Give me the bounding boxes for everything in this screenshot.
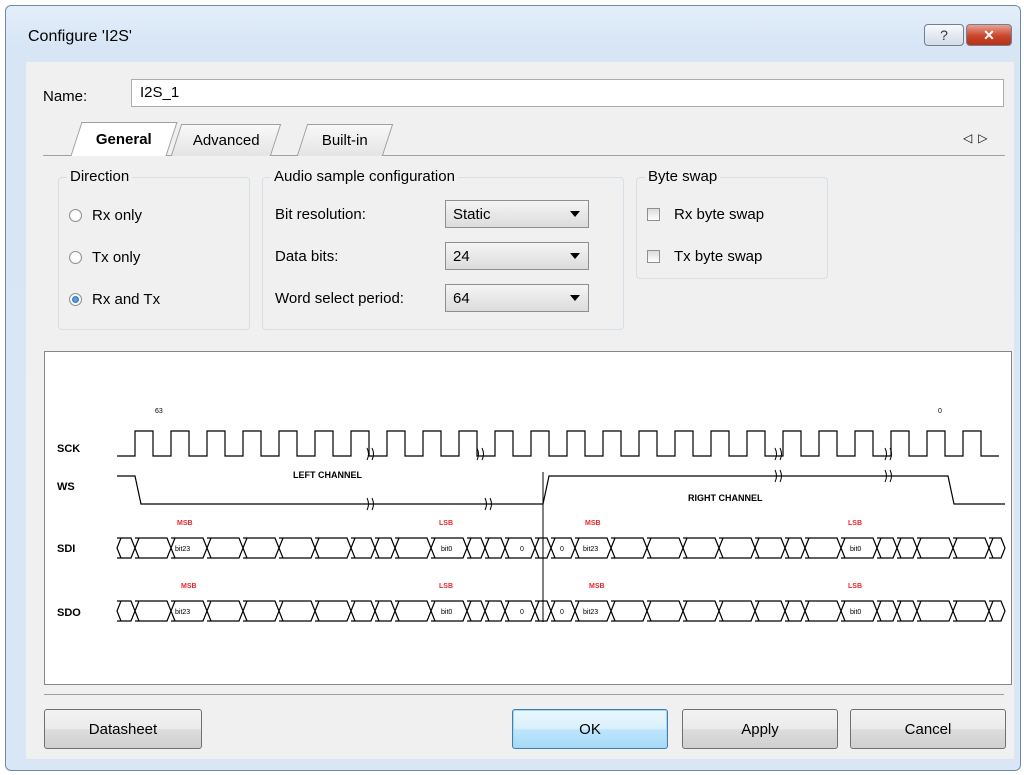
sdo-bit0-right: bit0 <box>850 609 861 616</box>
chevron-down-icon <box>570 295 580 301</box>
signal-label-ws: WS <box>57 481 75 493</box>
tab-advanced[interactable]: Advanced <box>170 124 282 156</box>
sck-break-mark <box>476 447 484 461</box>
sdi-bit23-right: bit23 <box>583 546 598 553</box>
word-select-value: 64 <box>453 289 470 307</box>
sdo-msb-right: MSB <box>589 583 605 590</box>
bit-resolution-label: Bit resolution: <box>275 206 366 223</box>
right-channel-label: RIGHT CHANNEL <box>688 493 763 503</box>
checkbox-icon <box>647 208 660 221</box>
radio-selected-icon <box>69 293 82 306</box>
sck-waveform <box>117 430 999 461</box>
word-select-select[interactable]: 64 <box>445 284 589 312</box>
title-bar: Configure 'I2S' ? ✕ <box>6 6 1020 62</box>
name-input[interactable]: I2S_1 <box>131 79 1004 107</box>
audio-sample-group-label: Audio sample configuration <box>271 168 458 185</box>
apply-button[interactable]: Apply <box>682 709 838 749</box>
radio-tx-only[interactable]: Tx only <box>69 249 140 266</box>
signal-label-sck: SCK <box>57 443 80 455</box>
sdi-msb-left: MSB <box>177 520 193 527</box>
sdi-bit0-left: bit0 <box>441 546 452 553</box>
byte-swap-group-label: Byte swap <box>645 168 721 185</box>
help-button[interactable]: ? <box>924 24 964 46</box>
rx-byte-swap-checkbox[interactable]: Rx byte swap <box>647 206 764 223</box>
radio-rx-and-tx-label: Rx and Tx <box>92 291 161 308</box>
tab-built-in[interactable]: Built-in <box>296 124 394 156</box>
radio-rx-only-label: Rx only <box>92 207 143 224</box>
tx-byte-swap-checkbox[interactable]: Tx byte swap <box>647 248 762 265</box>
sdi-lsb-left: LSB <box>439 520 453 527</box>
sdo-lsb-left: LSB <box>439 583 453 590</box>
sck-end-count: 0 <box>938 408 942 415</box>
signal-label-sdi: SDI <box>57 543 75 555</box>
data-bits-value: 24 <box>453 247 470 265</box>
sdo-msb-left: MSB <box>181 583 197 590</box>
cancel-button[interactable]: Cancel <box>850 709 1006 749</box>
sdo-zero-right: 0 <box>560 609 564 616</box>
bit-resolution-select[interactable]: Static <box>445 200 589 228</box>
dialog-window: Configure 'I2S' ? ✕ Name: I2S_1 Built-in… <box>5 5 1021 771</box>
sdi-lsb-right: LSB <box>848 520 862 527</box>
tab-general-label: General <box>95 131 152 148</box>
sdo-bit0-left: bit0 <box>441 609 452 616</box>
radio-rx-and-tx[interactable]: Rx and Tx <box>69 291 160 308</box>
tab-general[interactable]: General <box>70 122 178 156</box>
sdi-bit23-left: bit23 <box>175 546 190 553</box>
radio-icon <box>69 209 82 222</box>
triangle-right-icon[interactable]: ▷ <box>978 131 993 145</box>
timing-diagram: SCK WS SDI SDO 63 0 LEFT CHANNEL RIGHT C… <box>44 351 1012 685</box>
left-channel-label: LEFT CHANNEL <box>293 470 362 480</box>
timing-diagram-svg: SCK WS SDI SDO 63 0 LEFT CHANNEL RIGHT C… <box>57 408 1006 622</box>
sdi-msb-right: MSB <box>585 520 601 527</box>
rx-byte-swap-label: Rx byte swap <box>674 206 765 223</box>
checkbox-icon <box>647 250 660 263</box>
direction-group-label: Direction <box>67 168 133 185</box>
radio-rx-only[interactable]: Rx only <box>69 207 142 224</box>
tab-advanced-label: Advanced <box>192 132 260 149</box>
window-title: Configure 'I2S' <box>28 28 132 45</box>
word-select-label: Word select period: <box>275 290 404 307</box>
chevron-down-icon <box>570 253 580 259</box>
sdo-bit23-right: bit23 <box>583 609 598 616</box>
triangle-left-icon[interactable]: ◁ <box>963 131 978 145</box>
ws-waveform <box>117 469 1005 511</box>
ok-button[interactable]: OK <box>512 709 668 749</box>
audio-sample-group: Audio sample configuration Bit resolutio… <box>262 168 624 330</box>
bit-resolution-value: Static <box>453 205 491 223</box>
tx-byte-swap-label: Tx byte swap <box>674 248 763 265</box>
tab-built-in-label: Built-in <box>321 132 368 149</box>
footer-separator <box>44 694 1004 695</box>
radio-tx-only-label: Tx only <box>92 249 141 266</box>
data-bits-label: Data bits: <box>275 248 339 265</box>
name-label: Name: <box>43 88 88 105</box>
sck-start-count: 63 <box>155 408 163 415</box>
sdi-zero-right: 0 <box>560 546 564 553</box>
tab-scroll-arrows[interactable]: ◁▷ <box>963 131 993 145</box>
sdi-zero-left: 0 <box>520 546 524 553</box>
sdo-lsb-right: LSB <box>848 583 862 590</box>
data-bits-select[interactable]: 24 <box>445 242 589 270</box>
dialog-client: Name: I2S_1 Built-in Advanced General ◁▷… <box>26 62 1014 759</box>
sdo-bit23-left: bit23 <box>175 609 190 616</box>
sdi-bit0-right: bit0 <box>850 546 861 553</box>
signal-label-sdo: SDO <box>57 607 81 619</box>
direction-group: Direction Rx only Tx only Rx and Tx <box>58 168 250 330</box>
ws-line <box>117 475 1005 505</box>
close-button[interactable]: ✕ <box>966 24 1012 46</box>
sck-clock-line <box>117 430 999 457</box>
chevron-down-icon <box>570 211 580 217</box>
sck-break-mark <box>366 447 374 461</box>
byte-swap-group: Byte swap Rx byte swap Tx byte swap <box>636 168 828 279</box>
datasheet-button[interactable]: Datasheet <box>44 709 202 749</box>
radio-icon <box>69 251 82 264</box>
sck-break-mark <box>774 447 782 461</box>
sdo-zero-left: 0 <box>520 609 524 616</box>
